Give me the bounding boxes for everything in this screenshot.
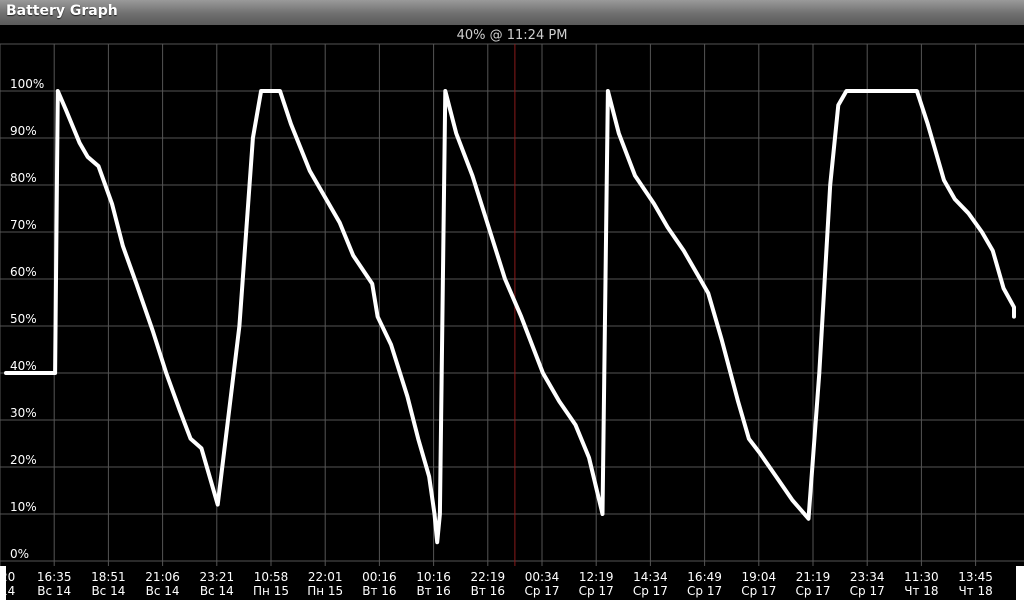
y-tick-label: 20% — [10, 453, 37, 467]
battery-status-text: 40% @ 11:24 PM — [457, 28, 568, 43]
x-tick-day: Вс 14 — [91, 584, 125, 598]
x-tick-day: Ср 17 — [633, 584, 668, 598]
x-tick-time: 11:30 — [904, 570, 939, 584]
x-tick-time: 10:58 — [254, 570, 289, 584]
x-tick-day: Чт 18 — [958, 584, 992, 598]
x-tick-time: 23:21 — [200, 570, 235, 584]
app-title: Battery Graph — [6, 3, 118, 19]
x-tick-day: Пн 15 — [253, 584, 289, 598]
x-tick-time: 21:19 — [796, 570, 831, 584]
y-tick-label: 90% — [10, 124, 37, 138]
x-tick-day: Вс 14 — [37, 584, 71, 598]
x-tick-day: Пн 15 — [307, 584, 343, 598]
x-tick-time: 19:04 — [742, 570, 777, 584]
x-tick-day: Вт 16 — [471, 584, 505, 598]
x-tick-time: 20 — [0, 570, 15, 584]
x-tick-day: Ср 17 — [795, 584, 830, 598]
x-tick-time: 16:49 — [687, 570, 722, 584]
x-tick-time: 18:51 — [91, 570, 126, 584]
x-tick-time: 13:45 — [958, 570, 993, 584]
x-tick-day: Ср 17 — [687, 584, 722, 598]
x-tick-day: Вт 16 — [362, 584, 396, 598]
x-tick-day: Ср 17 — [579, 584, 614, 598]
x-tick-time: 21:06 — [145, 570, 180, 584]
x-tick-time: 16:35 — [37, 570, 72, 584]
y-tick-label: 0% — [10, 547, 29, 561]
x-tick-time: 10:16 — [416, 570, 451, 584]
y-tick-label: 10% — [10, 500, 37, 514]
x-axis-strip-right — [1016, 566, 1024, 600]
x-tick-time: 00:16 — [362, 570, 397, 584]
x-tick-day: Чт 18 — [904, 584, 938, 598]
battery-graph[interactable]: 40% @ 11:24 PM 0% 10% 20% 30% 40% 50% 60% 70% 80… — [0, 25, 1024, 600]
x-tick-time: 23:34 — [850, 570, 885, 584]
y-tick-label: 100% — [10, 77, 44, 91]
x-tick-time: 14:34 — [633, 570, 668, 584]
y-tick-label: 30% — [10, 406, 37, 420]
y-tick-label: 80% — [10, 171, 37, 185]
y-tick-label: 40% — [10, 359, 37, 373]
y-tick-label: 50% — [10, 312, 37, 326]
x-tick-day: Вс 14 — [146, 584, 180, 598]
x-tick-day: Ср 17 — [524, 584, 559, 598]
y-tick-label: 60% — [10, 265, 37, 279]
title-bar: Battery Graph — [0, 0, 1024, 25]
x-tick-day: Вт 16 — [416, 584, 450, 598]
x-tick-time: 22:19 — [471, 570, 506, 584]
x-tick-day: Ср 17 — [741, 584, 776, 598]
x-tick-day: Ср 17 — [850, 584, 885, 598]
x-tick-time: 22:01 — [308, 570, 343, 584]
x-tick-time: 00:34 — [525, 570, 560, 584]
y-tick-label: 70% — [10, 218, 37, 232]
x-tick-time: 12:19 — [579, 570, 614, 584]
x-tick-day: 14 — [0, 584, 15, 598]
x-tick-day: Вс 14 — [200, 584, 234, 598]
